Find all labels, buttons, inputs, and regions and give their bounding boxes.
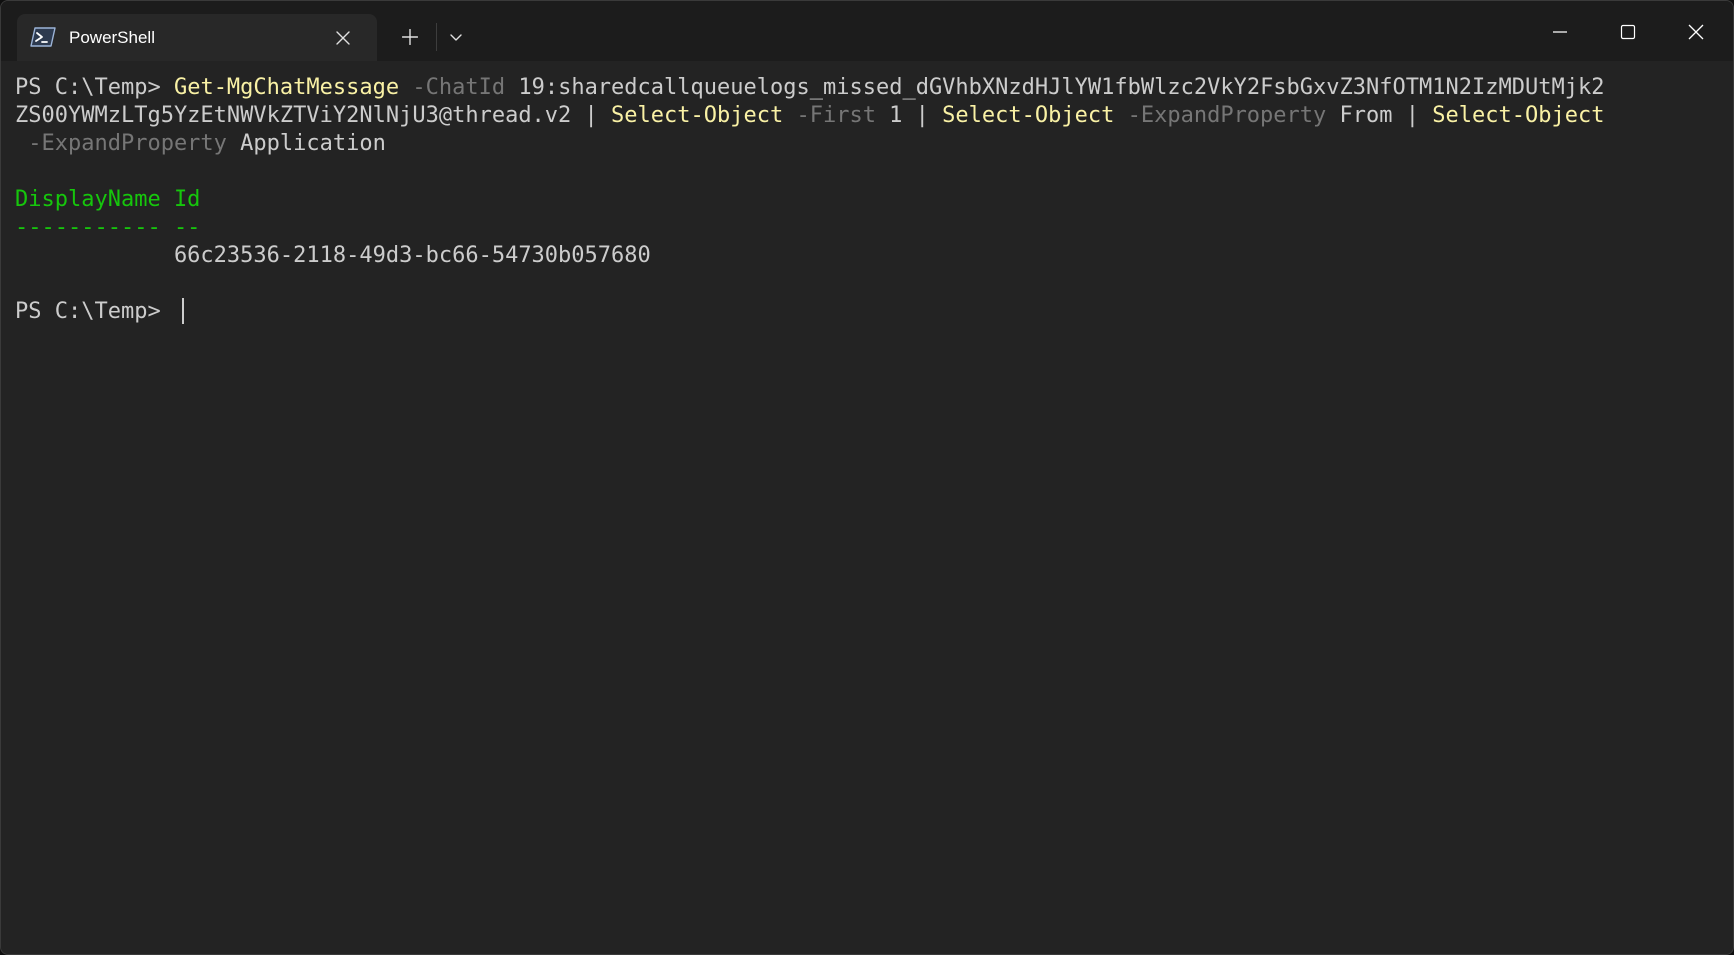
- title-bar[interactable]: PowerShell: [1, 1, 1733, 61]
- command-line-3: -ExpandProperty Application: [15, 130, 386, 158]
- tab-dropdown-button[interactable]: [441, 21, 471, 53]
- table-row: 66c23536-2118-49d3-bc66-54730b057680: [15, 243, 651, 268]
- close-window-button[interactable]: [1673, 9, 1719, 55]
- cmdlet: Get-MgChatMessage: [173, 75, 400, 100]
- parameter: -First: [783, 103, 876, 128]
- tab-close-icon[interactable]: [331, 26, 355, 50]
- argument: 1 |: [875, 103, 943, 128]
- minimize-button[interactable]: [1537, 9, 1583, 55]
- cmdlet: Select-Object: [611, 103, 784, 128]
- chevron-down-icon: [450, 34, 462, 41]
- plus-icon: [402, 29, 418, 45]
- parameter: -ExpandProperty: [1114, 103, 1327, 128]
- cmdlet: Select-Object: [1432, 103, 1605, 128]
- argument: 19:sharedcallqueuelogs_missed_dGVhbXNzdH…: [505, 75, 1605, 100]
- argument: ZS00YWMzLTg5YzEtNWVkZTViY2NlNjU3@thread.…: [15, 103, 612, 128]
- new-tab-button[interactable]: [393, 21, 427, 53]
- minimize-icon: [1553, 31, 1567, 33]
- terminal-output[interactable]: PS C:\Temp> Get-MgChatMessage -ChatId 19…: [1, 61, 1733, 954]
- argument: From |: [1326, 103, 1433, 128]
- close-icon: [1688, 24, 1704, 40]
- command-line-2: ZS00YWMzLTg5YzEtNWVkZTViY2NlNjU3@thread.…: [15, 102, 1604, 130]
- maximize-icon: [1620, 24, 1636, 40]
- cmdlet: Select-Object: [942, 103, 1115, 128]
- text-cursor: [182, 298, 184, 324]
- table-separator: ----------- --: [15, 215, 201, 240]
- parameter: -ExpandProperty: [15, 131, 227, 156]
- prompt: PS C:\Temp>: [15, 75, 174, 100]
- tab-divider: [436, 23, 437, 51]
- command-line-1: PS C:\Temp> Get-MgChatMessage -ChatId 19…: [15, 74, 1604, 102]
- argument: Application: [226, 131, 386, 156]
- prompt: PS C:\Temp>: [15, 299, 174, 324]
- terminal-window: PowerShell PS C:\Temp> Get-MgChatMessage…: [0, 0, 1734, 955]
- maximize-button[interactable]: [1605, 9, 1651, 55]
- tab-title: PowerShell: [69, 28, 155, 47]
- parameter: -ChatId: [399, 75, 506, 100]
- command-line-prompt: PS C:\Temp>: [15, 298, 174, 326]
- tab-powershell[interactable]: PowerShell: [17, 14, 377, 61]
- powershell-icon: [30, 27, 56, 47]
- table-header: DisplayName Id: [15, 187, 201, 212]
